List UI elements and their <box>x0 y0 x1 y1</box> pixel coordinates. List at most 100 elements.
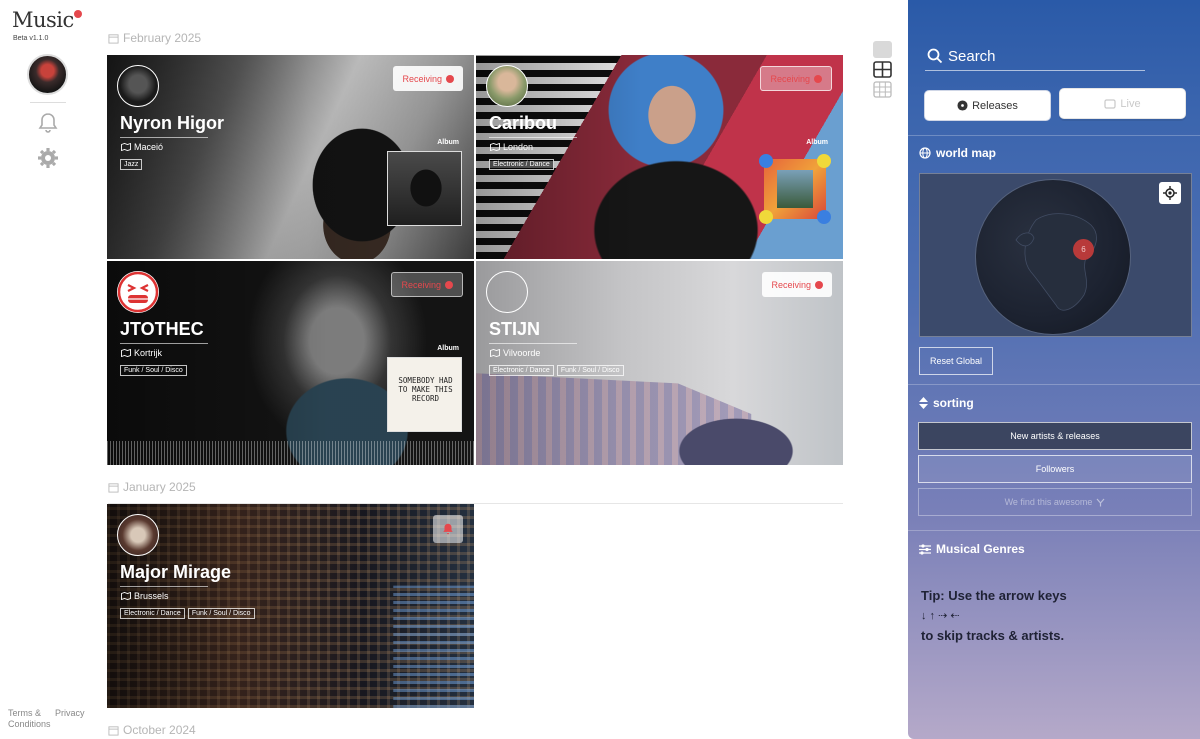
waveform <box>107 441 474 465</box>
sort-followers-button[interactable]: Followers <box>918 455 1192 483</box>
logo-dot <box>74 10 82 18</box>
artist-location: Kortrijk <box>121 348 162 358</box>
album-cover[interactable]: SOMEBODY HAD TO MAKE THIS RECORD <box>387 357 462 432</box>
album-tag: Album <box>806 139 828 146</box>
view-single-icon[interactable] <box>873 41 892 58</box>
genre-tag[interactable]: Electronic / Dance <box>489 365 554 376</box>
map-icon <box>490 349 500 357</box>
search-placeholder: Search <box>948 47 996 65</box>
view-grid-2-icon[interactable] <box>873 61 892 78</box>
artist-name[interactable]: Caribou <box>489 113 557 134</box>
cover-dot <box>759 210 773 224</box>
receiving-badge-text: Receiving <box>771 279 811 290</box>
bell-icon <box>443 523 453 535</box>
map-cluster-marker[interactable]: 6 <box>1073 239 1094 260</box>
world-map[interactable]: 6 <box>919 173 1192 337</box>
privacy-link[interactable]: Privacy <box>55 708 85 719</box>
album-cover[interactable] <box>759 154 831 224</box>
notifications-bell-icon[interactable] <box>36 111 60 135</box>
receiving-badge-text: Receiving <box>402 73 442 84</box>
artist-name[interactable]: Nyron Higor <box>120 113 224 134</box>
notify-badge[interactable] <box>433 515 463 543</box>
awesome-icon <box>1096 498 1105 506</box>
name-underline <box>120 137 208 138</box>
genre-tag[interactable]: Funk / Soul / Disco <box>120 365 187 376</box>
artist-avatar <box>486 65 528 107</box>
locate-button[interactable] <box>1159 182 1181 204</box>
tip-arrows: ↓ ↑ ⇢ ⇠ <box>921 610 960 622</box>
genre-tag[interactable]: Funk / Soul / Disco <box>187 608 255 619</box>
artist-city: Vilvoorde <box>503 348 541 358</box>
receiving-badge[interactable]: Receiving <box>760 66 832 91</box>
search-field[interactable]: Search <box>925 42 1145 71</box>
receiving-badge[interactable]: Receiving <box>762 272 832 297</box>
vinyl-icon <box>957 100 968 111</box>
settings-gear-icon[interactable] <box>36 146 60 170</box>
artist-card-jtothec[interactable]: JTOTHEC Kortrijk Funk / Soul / Disco Rec… <box>107 261 474 465</box>
genre-tag[interactable]: Electronic / Dance <box>120 608 185 619</box>
sort-icon <box>919 397 928 409</box>
globe[interactable]: 6 <box>975 179 1131 335</box>
name-underline <box>489 137 577 138</box>
section-date-text: October 2024 <box>123 723 196 737</box>
album-cover-art <box>777 170 813 208</box>
receiving-badge-text: Receiving <box>770 73 810 84</box>
cover-dot <box>759 154 773 168</box>
section-date-text: February 2025 <box>123 31 202 45</box>
sort-awesome-button[interactable]: We find this awesome <box>918 488 1192 516</box>
genre-tags: Jazz <box>120 159 143 170</box>
tab-releases[interactable]: Releases <box>924 90 1051 121</box>
genre-tag[interactable]: Electronic / Dance <box>489 159 554 170</box>
view-grid-3-icon[interactable] <box>873 81 892 98</box>
user-avatar[interactable] <box>27 54 68 95</box>
calendar-icon <box>108 482 119 493</box>
artist-card-major-mirage[interactable]: Major Mirage Brussels Electronic / Dance… <box>107 504 474 708</box>
app-logo[interactable]: Music <box>12 8 74 32</box>
filter-panel: Search Releases Live world map 6 Reset G… <box>908 0 1200 739</box>
sort-awesome-label: We find this awesome <box>1004 497 1093 507</box>
rail-divider <box>30 102 66 103</box>
tab-live-label: Live <box>1120 97 1141 110</box>
artist-location: Vilvoorde <box>490 348 540 358</box>
genre-tags: Electronic / Dance <box>489 159 554 170</box>
terms-link[interactable]: Terms & Conditions <box>8 708 51 730</box>
album-tag: Album <box>437 139 459 146</box>
tab-releases-label: Releases <box>972 99 1018 112</box>
artist-name[interactable]: Major Mirage <box>120 562 231 583</box>
artist-avatar <box>117 65 159 107</box>
map-icon <box>121 349 131 357</box>
artist-name[interactable]: JTOTHEC <box>120 319 204 340</box>
cover-dot <box>817 210 831 224</box>
artist-name[interactable]: STIJN <box>489 319 540 340</box>
receiving-badge[interactable]: Receiving <box>391 272 463 297</box>
artist-location: Maceió <box>121 142 163 152</box>
name-underline <box>120 343 208 344</box>
reset-global-button[interactable]: Reset Global <box>919 347 993 375</box>
app-root: Music Beta v1.1.0 Terms & Conditions Pri… <box>0 0 1200 739</box>
artist-city: Kortrijk <box>134 348 163 358</box>
crosshair-icon <box>1163 186 1177 200</box>
genre-tag[interactable]: Jazz <box>120 159 143 170</box>
artist-card-caribou[interactable]: Caribou London Electronic / Dance Receiv… <box>476 55 843 259</box>
app-version: Beta v1.1.0 <box>13 35 49 42</box>
section-date: October 2024 <box>108 723 196 737</box>
artist-location: Brussels <box>121 591 169 601</box>
album-cover[interactable] <box>387 151 462 226</box>
artist-card-stijn[interactable]: STIJN Vilvoorde Electronic / Dance Funk … <box>476 261 843 465</box>
tip-line-1: Tip: Use the arrow keys <box>921 588 1067 603</box>
musical-genres-header[interactable]: Musical Genres <box>919 542 1025 556</box>
map-icon <box>121 592 131 600</box>
globe-icon <box>919 147 931 159</box>
globe-landmass <box>1015 213 1097 311</box>
sort-new-artists-button[interactable]: New artists & releases <box>918 422 1192 450</box>
artist-city: Maceió <box>134 142 164 152</box>
receiving-badge[interactable]: Receiving <box>393 66 463 91</box>
genre-tag[interactable]: Funk / Soul / Disco <box>556 365 624 376</box>
tab-live[interactable]: Live <box>1059 88 1186 119</box>
artist-card-nyron-higor[interactable]: Nyron Higor Maceió Jazz Receiving Album <box>107 55 474 259</box>
album-tag: Album <box>437 345 459 352</box>
terms-link-text: Terms & <box>8 708 42 718</box>
artist-city: London <box>503 142 534 152</box>
receiving-dot-icon <box>446 74 454 83</box>
artist-avatar <box>117 514 159 556</box>
